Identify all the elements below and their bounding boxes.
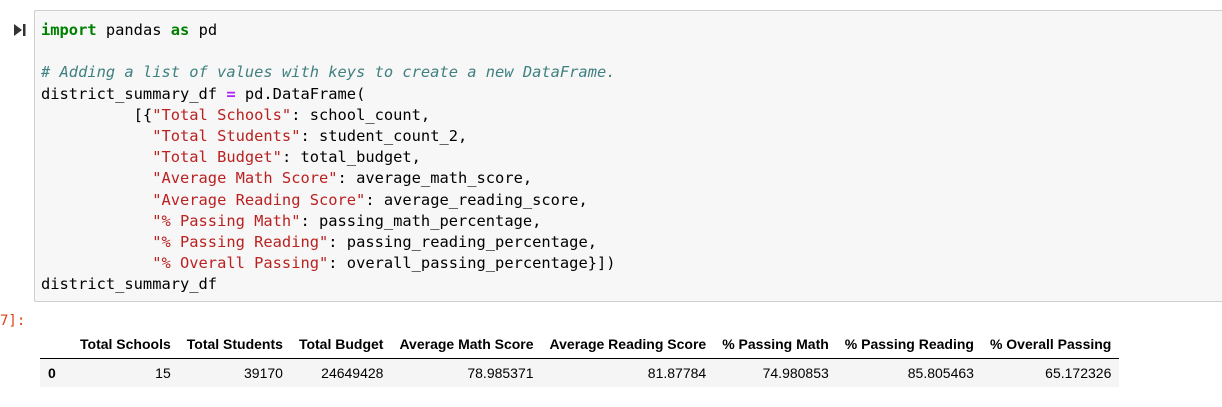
code-token: : student_count_2,	[300, 126, 468, 145]
table-cell: 39170	[244, 365, 283, 381]
code-token: "Total Students"	[152, 126, 301, 145]
table-header-row: Total Schools Total Students Total Budget A…	[40, 330, 1120, 359]
code-token: "% Passing Math"	[152, 211, 301, 230]
code-token: "Average Reading Score"	[152, 190, 366, 209]
column-header: Total Students	[186, 336, 283, 352]
code-token: [{	[41, 105, 153, 124]
code-token: =	[226, 84, 236, 103]
code-token: : passing_math_percentage,	[300, 211, 542, 230]
code-line: "% Passing Reading": passing_reading_per…	[41, 232, 616, 253]
code-token: "% Passing Reading"	[152, 232, 329, 251]
table-cell: 85.805463	[907, 365, 974, 381]
code-token: : average_math_score,	[337, 169, 533, 188]
table-cell: 78.985371	[467, 365, 534, 381]
code-token: as	[170, 21, 190, 39]
code-cell[interactable]: import pandas as pd # Adding a list of va…	[34, 10, 1222, 302]
code-line: district_summary_df = pd.DataFrame(	[41, 84, 616, 105]
dataframe-table: Total Schools Total Students Total Budget A…	[40, 330, 1120, 387]
table-cell: 74.980853	[762, 365, 829, 381]
code-line: "Average Math Score": average_math_score…	[41, 168, 616, 189]
code-line: "Total Budget": total_budget,	[41, 147, 616, 168]
column-header: % Passing Reading	[844, 336, 974, 352]
code-token: : overall_passing_percentage}])	[328, 254, 616, 273]
run-cell-icon	[14, 24, 26, 36]
table-cell: 81.87784	[647, 365, 707, 381]
code-token: import	[41, 21, 97, 39]
index-header	[40, 330, 72, 359]
code-line: "Average Reading Score": average_reading…	[41, 190, 616, 211]
code-token: : total_budget,	[281, 148, 421, 167]
output-prompt: 7]:	[0, 313, 26, 329]
code-token: "Total Schools"	[152, 105, 292, 124]
code-line: [{"Total Schools": school_count,	[41, 105, 616, 126]
run-cell-button[interactable]	[12, 22, 28, 38]
table-cell: 65.172326	[1045, 365, 1112, 381]
column-header: Average Math Score	[399, 336, 534, 352]
code-line: "Total Students": student_count_2,	[41, 126, 616, 147]
column-header: % Passing Math	[722, 336, 829, 352]
row-index: 0	[48, 365, 56, 381]
code-token: pd.DataFrame(	[235, 84, 366, 103]
code-token: : passing_reading_percentage,	[328, 232, 597, 251]
code-token: district_summary_df	[41, 84, 227, 103]
column-header: Average Reading Score	[549, 336, 707, 352]
code-line: # Adding a list of values with keys to c…	[41, 62, 616, 83]
table-cell: 24649428	[321, 365, 384, 381]
column-header: % Overall Passing	[989, 336, 1112, 352]
code-line: "% Overall Passing": overall_passing_per…	[41, 253, 616, 274]
code-token: "Average Math Score"	[152, 169, 338, 188]
code-editor[interactable]: import pandas as pd # Adding a list of va…	[41, 20, 616, 295]
code-line: import pandas as pd	[41, 20, 616, 41]
code-token: # Adding a list of values with keys to c…	[41, 63, 616, 82]
code-token: : average_reading_score,	[365, 190, 588, 209]
table-cell: 15	[155, 365, 171, 381]
code-token: "Total Budget"	[152, 148, 282, 167]
code-token: : school_count,	[291, 105, 431, 124]
code-line: district_summary_df	[41, 274, 616, 295]
code-line: "% Passing Math": passing_math_percentag…	[41, 211, 616, 232]
code-token: "% Overall Passing"	[152, 254, 329, 273]
column-header: Total Budget	[298, 336, 384, 352]
column-header: Total Schools	[80, 336, 171, 352]
table-row: 0 15 39170 24649428 78.985371 81.87784 74.9808…	[40, 358, 1120, 387]
code-token: pandas	[96, 21, 171, 39]
code-token: district_summary_df	[41, 275, 218, 294]
code-token: pd	[189, 21, 218, 39]
